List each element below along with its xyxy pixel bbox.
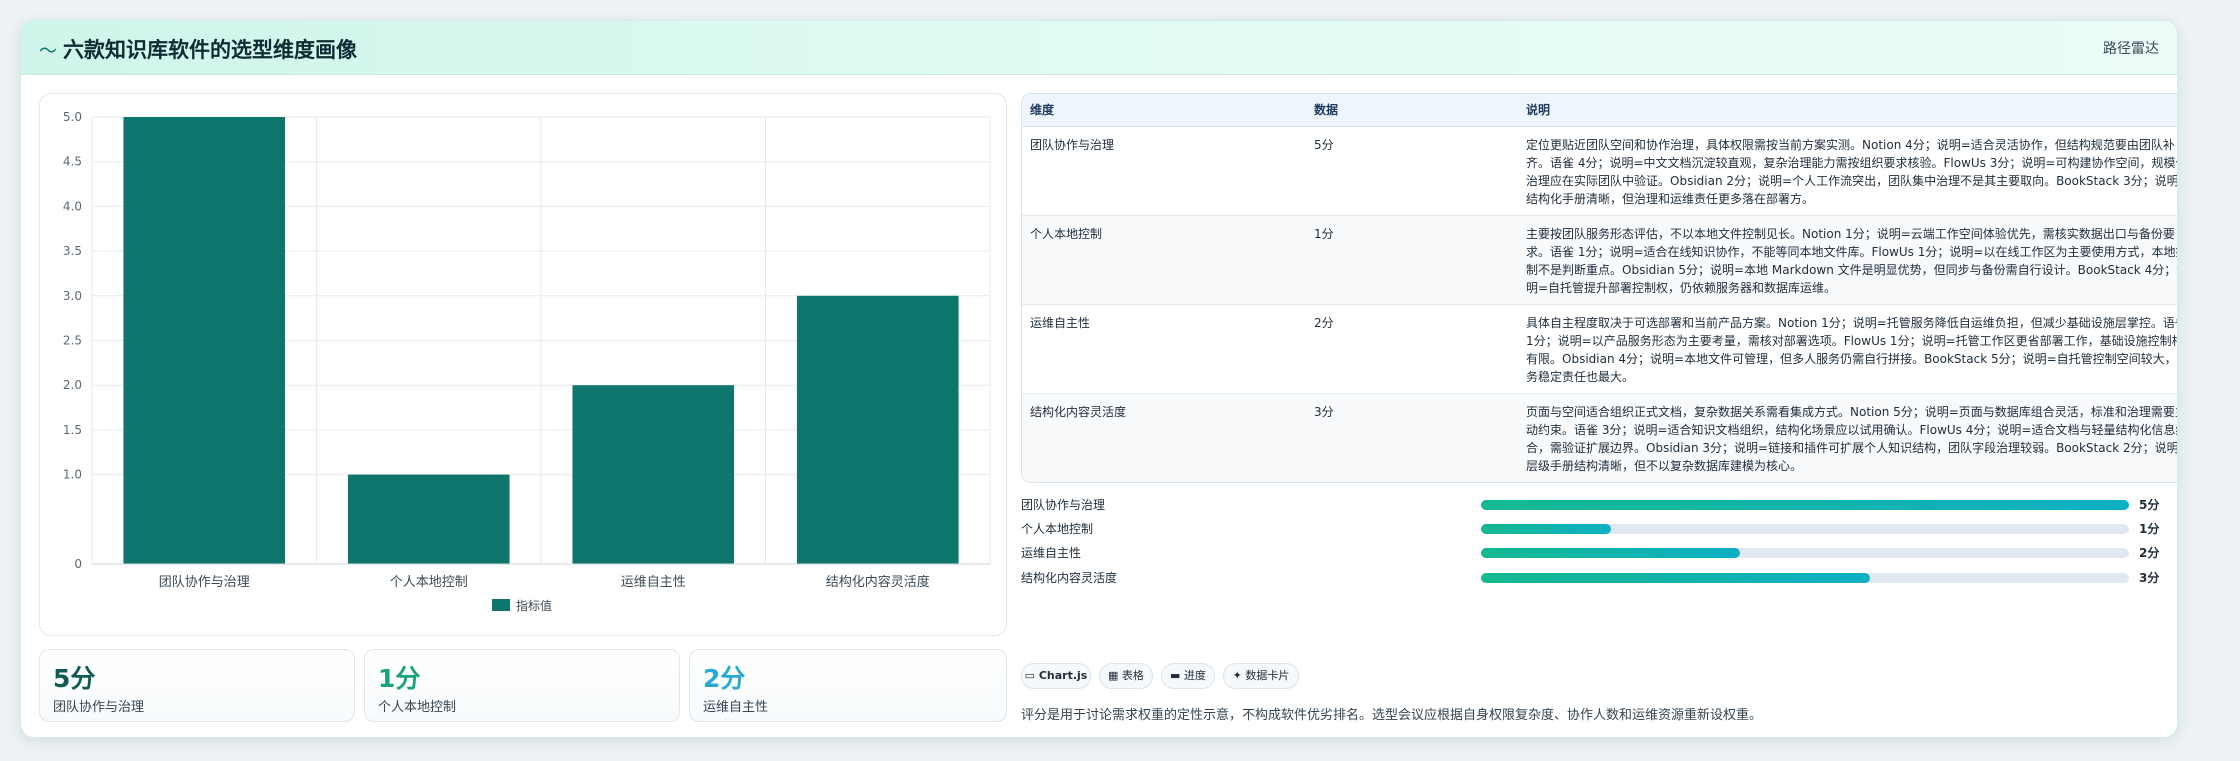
progress-fill — [1481, 524, 1611, 534]
score-cell: 1分 — [1306, 215, 1518, 305]
progress-value: 5分 — [2139, 498, 2160, 512]
page-title: 六款知识库软件的选型维度画像 — [63, 38, 357, 62]
column-header: 维度 — [1022, 94, 1306, 127]
progress-fill — [1481, 500, 2129, 510]
y-tick-label: 3.5 — [63, 244, 82, 258]
progress-value: 1分 — [2139, 522, 2160, 536]
chip-chartjs[interactable]: ▭ Chart.js — [1021, 663, 1091, 689]
footnote: 评分是用于讨论需求权重的定性示意，不构成软件优劣排名。选型会议应根据自身权限复杂… — [1021, 708, 1763, 723]
kpi-label: 运维自主性 — [703, 700, 769, 715]
progress-fill — [1481, 573, 1870, 583]
x-tick-label: 结构化内容灵活度 — [826, 574, 930, 590]
description-cell: 定位更贴近团队空间和协作治理，具体权限需按当前方案实测。Notion 4分；说明… — [1518, 126, 2177, 216]
dimension-cell: 运维自主性 — [1022, 304, 1306, 394]
description-cell: 具体自主程度取决于可选部署和当前产品方案。Notion 1分；说明=托管服务降低… — [1518, 304, 2177, 394]
chip-progress[interactable]: ▬ 进度 — [1161, 663, 1215, 689]
table-row: 运维自主性 2分 具体自主程度取决于可选部署和当前产品方案。Notion 1分；… — [1022, 304, 2177, 394]
chip-table[interactable]: ▦ 表格 — [1099, 663, 1153, 689]
y-tick-label: 5.0 — [63, 110, 82, 124]
table-row: 个人本地控制 1分 主要按团队服务形态评估，不以本地文件控制见长。Notion … — [1022, 215, 2177, 305]
score-cell: 3分 — [1306, 393, 1518, 482]
progress-row: 团队协作与治理 5分 — [1021, 493, 2177, 517]
progress-label: 运维自主性 — [1021, 546, 1082, 560]
y-tick-label: 4.0 — [63, 199, 82, 213]
dimension-table: 维度 数据 说明 团队协作与治理 5分 定位更贴近团队空间和协作治理，具体权限需… — [1021, 93, 2177, 483]
card-header: 〜 六款知识库软件的选型维度画像 路径雷达 — [21, 21, 2177, 75]
progress-list: 团队协作与治理 5分 个人本地控制 1分 运维自主性 2分 结构化内容灵活度 3… — [1021, 493, 2177, 603]
kpi-card: 5分 团队协作与治理 — [39, 649, 355, 722]
bar — [123, 117, 286, 564]
kpi-label: 个人本地控制 — [378, 700, 457, 715]
description-cell: 主要按团队服务形态评估，不以本地文件控制见长。Notion 1分；说明=云端工作… — [1518, 215, 2177, 305]
chip-data-card[interactable]: ✦ 数据卡片 — [1223, 663, 1299, 689]
progress-track — [1481, 573, 2129, 583]
legend-swatch — [492, 599, 510, 611]
path-radar-link[interactable]: 路径雷达 — [2103, 38, 2159, 58]
x-tick-label: 运维自主性 — [621, 575, 686, 590]
bar — [796, 295, 959, 564]
score-cell: 2分 — [1306, 304, 1518, 394]
bar — [347, 474, 510, 564]
progress-track — [1481, 500, 2129, 510]
kpi-value: 1分 — [378, 664, 421, 693]
x-tick-label: 个人本地控制 — [390, 575, 468, 590]
progress-label: 结构化内容灵活度 — [1021, 571, 1118, 585]
table-row: 团队协作与治理 5分 定位更贴近团队空间和协作治理，具体权限需按当前方案实测。N… — [1022, 126, 2177, 216]
score-cell: 5分 — [1306, 126, 1518, 216]
y-tick-label: 2.0 — [63, 378, 82, 392]
bar-chart: 0 1.0 1.5 2.0 2.5 3.0 3.5 4.0 4.5 5.0 团队协作与治理 个人本地控… — [63, 110, 991, 613]
y-tick-label: 1.0 — [63, 468, 82, 482]
progress-row: 运维自主性 2分 — [1021, 541, 2177, 565]
progress-value: 3分 — [2139, 571, 2160, 585]
legend-label: 指标值 — [516, 598, 552, 613]
progress-row: 个人本地控制 1分 — [1021, 517, 2177, 541]
column-header: 说明 — [1518, 94, 2177, 127]
table-header-row: 维度 数据 说明 — [1022, 94, 2177, 127]
line-chart-icon: 〜 — [39, 41, 57, 62]
progress-track — [1481, 524, 2129, 534]
table-row: 结构化内容灵活度 3分 页面与空间适合组织正式文档，复杂数据关系需看集成方式。N… — [1022, 393, 2177, 482]
dimension-cell: 结构化内容灵活度 — [1022, 393, 1306, 482]
kpi-card: 1分 个人本地控制 — [364, 649, 680, 722]
description-cell: 页面与空间适合组织正式文档，复杂数据关系需看集成方式。Notion 5分；说明=… — [1518, 393, 2177, 482]
progress-value: 2分 — [2139, 546, 2160, 560]
progress-label: 团队协作与治理 — [1021, 498, 1106, 512]
kpi-card: 2分 运维自主性 — [689, 649, 1007, 722]
dimension-cell: 团队协作与治理 — [1022, 126, 1306, 216]
progress-row: 结构化内容灵活度 3分 — [1021, 566, 2177, 590]
column-header: 数据 — [1306, 94, 1518, 127]
progress-fill — [1481, 548, 1741, 558]
dimension-cell: 个人本地控制 — [1022, 215, 1306, 305]
progress-track — [1481, 548, 2129, 558]
y-tick-label: 2.5 — [63, 334, 82, 348]
bar — [572, 385, 735, 564]
y-tick-label: 4.5 — [63, 155, 82, 169]
kpi-label: 团队协作与治理 — [53, 700, 145, 715]
progress-label: 个人本地控制 — [1021, 522, 1094, 536]
y-tick-label: 3.0 — [63, 289, 82, 303]
bar-chart-panel: 0 1.0 1.5 2.0 2.5 3.0 3.5 4.0 4.5 5.0 团队协作与治理 个人本地控… — [39, 93, 1007, 636]
y-tick-label: 0 — [74, 557, 82, 571]
x-tick-label: 团队协作与治理 — [159, 575, 250, 590]
y-tick-label: 1.5 — [63, 423, 82, 437]
kpi-value: 5分 — [53, 664, 96, 693]
dashboard-card: 〜 六款知识库软件的选型维度画像 路径雷达 0 1.0 1.5 2.0 2.5 3.0 3.… — [20, 20, 2178, 738]
kpi-value: 2分 — [703, 664, 746, 693]
